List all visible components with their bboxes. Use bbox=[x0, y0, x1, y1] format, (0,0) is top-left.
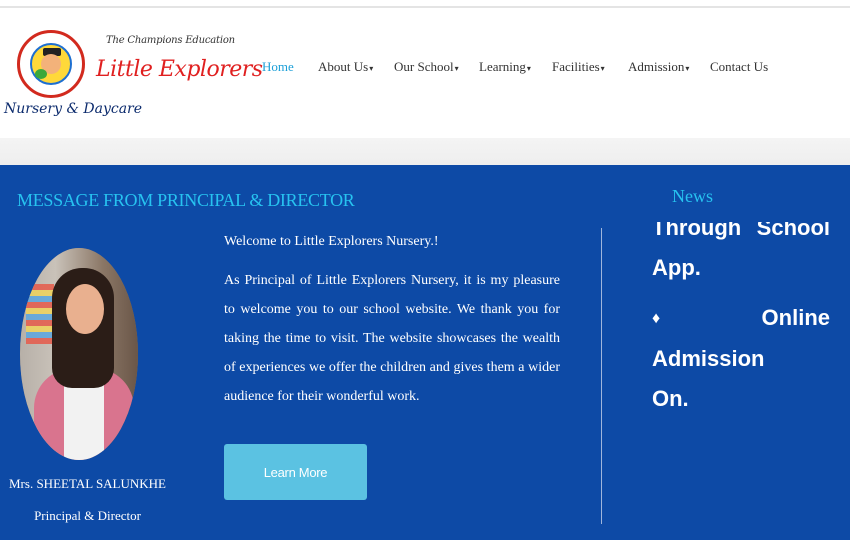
news-line: ♦ Online Admission bbox=[652, 298, 830, 379]
welcome-text: Welcome to Little Explorers Nursery.! bbox=[224, 234, 439, 249]
chevron-down-icon: ▾ bbox=[526, 63, 531, 73]
nav-contact-us[interactable]: Contact Us bbox=[710, 59, 768, 75]
news-word: Through bbox=[652, 222, 742, 240]
brand-name[interactable]: Little Explorers bbox=[96, 57, 263, 82]
message-heading: MESSAGE FROM PRINCIPAL & DIRECTOR bbox=[17, 190, 355, 210]
nav-facilities[interactable]: Facilities▾ bbox=[552, 59, 605, 75]
chevron-down-icon: ▾ bbox=[685, 63, 690, 73]
section-divider bbox=[601, 228, 602, 524]
nav-label: Home bbox=[262, 59, 294, 74]
news-word: School bbox=[756, 222, 830, 240]
news-heading: News bbox=[672, 186, 713, 206]
news-list: Through School App. ♦ Online Admission On… bbox=[652, 222, 830, 429]
nav-about-us[interactable]: About Us▾ bbox=[318, 59, 373, 75]
nav-home[interactable]: Home bbox=[262, 59, 294, 75]
brand-subtitle: Nursery & Daycare bbox=[4, 101, 143, 117]
nav-label: Contact Us bbox=[710, 59, 769, 74]
photo-wall-chart bbox=[26, 284, 54, 344]
message-body: As Principal of Little Explorers Nursery… bbox=[224, 273, 560, 404]
chevron-down-icon: ▾ bbox=[369, 63, 374, 73]
news-line: Through School bbox=[652, 222, 830, 248]
news-text: On. bbox=[652, 386, 689, 411]
principal-photo bbox=[20, 248, 138, 460]
nav-label: Learning bbox=[479, 59, 526, 74]
logo-leaf bbox=[35, 69, 47, 79]
nav-label: Facilities bbox=[552, 59, 600, 74]
diamond-bullet-icon: ♦ bbox=[652, 310, 748, 327]
school-logo[interactable] bbox=[17, 30, 85, 98]
nav-label: Our School bbox=[394, 59, 454, 74]
news-ticker[interactable]: Through School App. ♦ Online Admission On… bbox=[652, 222, 832, 432]
learn-more-button[interactable]: Learn More bbox=[224, 444, 367, 500]
brand-tagline: The Champions Education bbox=[106, 35, 235, 46]
nav-label: About Us bbox=[318, 59, 369, 74]
news-item[interactable]: Through School App. bbox=[652, 222, 830, 288]
chevron-down-icon: ▾ bbox=[454, 63, 459, 73]
news-word: App. bbox=[652, 255, 701, 280]
chevron-down-icon: ▾ bbox=[600, 63, 605, 73]
logo-emblem bbox=[30, 43, 72, 85]
nav-label: Admission bbox=[628, 59, 685, 74]
section-gap bbox=[0, 138, 850, 165]
principal-role: Principal & Director bbox=[34, 508, 141, 523]
nav-admission[interactable]: Admission▾ bbox=[628, 59, 689, 75]
news-item[interactable]: ♦ Online Admission On. bbox=[652, 298, 830, 419]
nav-learning[interactable]: Learning▾ bbox=[479, 59, 531, 75]
nav-our-school[interactable]: Our School▾ bbox=[394, 59, 459, 75]
principal-name: Mrs. SHEETAL SALUNKHE bbox=[9, 476, 166, 491]
photo-face bbox=[66, 284, 104, 334]
